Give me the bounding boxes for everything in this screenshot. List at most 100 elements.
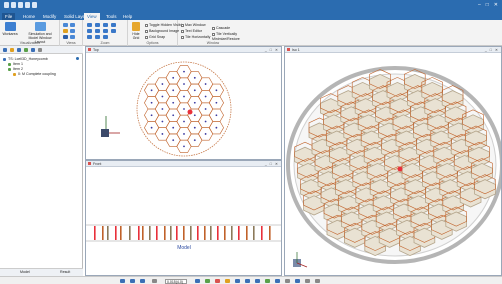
cell-wall (102, 226, 104, 240)
status-tool-icon[interactable] (255, 279, 260, 283)
viewport-controls[interactable]: _ □ ✕ (265, 48, 279, 52)
viewport-controls[interactable]: _ □ ✕ (265, 162, 279, 166)
tree-tool-icon[interactable] (24, 47, 28, 52)
tree-item[interactable]: 0: M Complete coupling (13, 72, 56, 76)
cell-node (193, 139, 196, 142)
cell-node (172, 89, 175, 92)
text-editor-button[interactable]: Text Editor (181, 29, 202, 33)
background-image-option[interactable]: Background Image (145, 29, 179, 33)
maximize-button[interactable]: □ (486, 2, 489, 8)
workarea-button[interactable]: Workarea (2, 22, 18, 36)
tree-tool-icon[interactable] (38, 47, 42, 52)
cell-node (183, 83, 185, 85)
tab-model[interactable]: Model (20, 270, 30, 274)
status-tool-icon[interactable] (245, 279, 250, 283)
cell-wall (176, 226, 178, 240)
view-icon[interactable] (70, 23, 75, 27)
status-tool-icon[interactable] (130, 279, 135, 283)
cell-node (161, 108, 164, 110)
group-visualization: Workarea Simulation and Model Window Lay… (0, 20, 60, 46)
zoom-icon[interactable] (95, 35, 100, 39)
tree-item[interactable]: Item 1 (8, 62, 23, 66)
cell-node (150, 89, 153, 92)
group-views: Views (60, 20, 83, 46)
view-icon[interactable] (70, 29, 75, 33)
status-tool-icon[interactable] (275, 279, 280, 283)
tab-modify[interactable]: Modify (40, 13, 59, 20)
cell-node (183, 133, 185, 135)
zoom-icon[interactable] (103, 35, 108, 39)
cell-node (193, 114, 196, 117)
cell-wall (238, 226, 240, 240)
viewport-controls[interactable]: _ □ ✕ (485, 48, 499, 52)
tree-tool-icon[interactable] (17, 47, 21, 52)
pan-icon[interactable] (111, 23, 116, 27)
tab-result[interactable]: Result (60, 270, 70, 274)
status-tool-icon[interactable] (152, 279, 157, 283)
zoom-previous-icon[interactable] (111, 29, 116, 33)
cell-node (172, 76, 175, 79)
tab-view[interactable]: View (84, 13, 100, 20)
cell-node (161, 83, 164, 85)
zoom-window-icon[interactable] (95, 29, 100, 33)
status-tool-icon[interactable] (265, 279, 270, 283)
status-tool-icon[interactable] (195, 279, 200, 283)
status-bar: 0.015(4.0) (0, 276, 502, 284)
viewport-front[interactable]: Front _ □ ✕ Model (85, 160, 282, 276)
status-tool-icon[interactable] (295, 279, 300, 283)
status-tool-icon[interactable] (215, 279, 220, 283)
rotate-icon[interactable] (87, 29, 92, 33)
cell-wall (204, 226, 206, 240)
hide-grid-button[interactable]: Hide Grid (129, 22, 143, 40)
view-icon[interactable] (63, 23, 68, 27)
status-tool-icon[interactable] (205, 279, 210, 283)
tree-tool-icon[interactable] (31, 47, 35, 52)
view-icon[interactable] (70, 35, 75, 39)
zoom-all-icon[interactable] (103, 29, 108, 33)
cell-node (161, 133, 164, 135)
viewport-iso[interactable]: Iso 1 _ □ ✕ (284, 46, 502, 276)
viewport-top[interactable]: Top _ □ ✕ (85, 46, 282, 160)
quick-access-toolbar[interactable] (4, 2, 38, 9)
tree-tool-icon[interactable] (10, 47, 14, 52)
cascade-button[interactable]: Cascade (212, 26, 230, 30)
cell-wall (138, 226, 140, 240)
zoom-in-icon[interactable] (87, 23, 92, 27)
cell-wall (246, 226, 248, 240)
tab-help[interactable]: Help (120, 13, 135, 20)
max-window-button[interactable]: Max Window (181, 23, 206, 27)
status-tool-icon[interactable] (225, 279, 230, 283)
minimize-button[interactable]: – (478, 2, 481, 8)
close-button[interactable]: ✕ (494, 2, 498, 8)
tab-home[interactable]: Home (20, 13, 38, 20)
cell-node (172, 139, 175, 142)
cell-node (150, 101, 153, 104)
tab-tools[interactable]: Tools (103, 13, 120, 20)
cell-wall (217, 226, 219, 240)
view-icon[interactable] (63, 29, 68, 33)
zoom-fit-icon[interactable] (103, 23, 108, 27)
status-tool-icon[interactable] (235, 279, 240, 283)
tile-horizontally-button[interactable]: Tile Horizontally (181, 35, 210, 39)
status-tool-icon[interactable] (315, 279, 320, 283)
status-value-field[interactable]: 0.015(4.0) (165, 278, 187, 284)
status-tool-icon[interactable] (120, 279, 125, 283)
status-tool-icon[interactable] (285, 279, 290, 283)
cell-node (204, 108, 207, 110)
window-controls[interactable]: – □ ✕ (478, 2, 498, 8)
cell-node (215, 126, 218, 129)
zoom-icon[interactable] (87, 35, 92, 39)
tree-item[interactable]: Item 2 (8, 67, 23, 71)
view-icon[interactable] (63, 35, 68, 39)
tab-file[interactable]: File (2, 13, 16, 20)
zoom-out-icon[interactable] (95, 23, 100, 27)
cell-node (215, 114, 218, 117)
viewport-title: Top (88, 48, 99, 52)
tree-item-root[interactable]: TS: Lcell3D_Honeycomb (3, 57, 48, 61)
tile-vertically-button[interactable]: Tile Vertically (212, 32, 237, 36)
status-tool-icon[interactable] (140, 279, 145, 283)
status-tool-icon[interactable] (305, 279, 310, 283)
grid-snap-option[interactable]: Grid Snap (145, 35, 165, 39)
cell-node (161, 120, 164, 123)
tree-tool-icon[interactable] (3, 47, 7, 52)
